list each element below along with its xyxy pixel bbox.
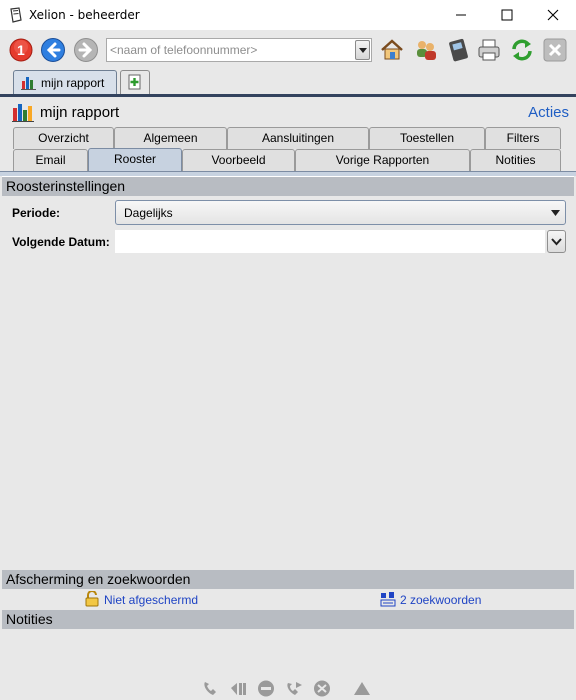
notification-badge-icon[interactable]: 1 — [8, 37, 34, 63]
protection-link[interactable]: Niet afgeschermd — [104, 593, 198, 607]
schedule-section-header: Roosterinstellingen — [2, 177, 574, 196]
tab-overzicht[interactable]: Overzicht — [13, 127, 114, 149]
period-value: Dagelijks — [124, 206, 173, 220]
search-input[interactable] — [107, 39, 355, 61]
status-bar — [0, 676, 576, 700]
date-picker-button[interactable] — [547, 230, 566, 253]
back-icon[interactable] — [40, 37, 66, 63]
notes-panel[interactable] — [2, 629, 574, 676]
lock-open-icon — [85, 590, 99, 610]
report-title: mijn rapport — [40, 104, 120, 121]
document-tab-label: mijn rapport — [41, 76, 105, 90]
close-document-icon — [542, 37, 568, 63]
refresh-icon[interactable] — [509, 37, 535, 63]
phone-device-icon[interactable] — [446, 37, 472, 63]
tab-content-divider — [0, 171, 576, 176]
forward-icon — [73, 37, 99, 63]
tab-voorbeeld[interactable]: Voorbeeld — [182, 149, 295, 171]
report-tabs: Overzicht Algemeen Aansluitingen Toestel… — [0, 127, 576, 171]
next-date-label: Volgende Datum: — [12, 235, 110, 249]
hold-icon — [229, 680, 247, 697]
keywords-link[interactable]: 2 zoekwoorden — [400, 593, 481, 607]
next-date-field[interactable] — [115, 230, 545, 253]
call-icon — [201, 680, 219, 697]
protection-section-header: Afscherming en zoekwoorden — [2, 570, 574, 589]
transfer-icon — [285, 680, 303, 697]
new-tab-button[interactable] — [120, 70, 150, 94]
tab-algemeen[interactable]: Algemeen — [114, 127, 227, 149]
report-header: mijn rapport Acties — [0, 97, 576, 127]
alert-icon — [353, 680, 371, 697]
tab-vorige-rapporten[interactable]: Vorige Rapporten — [295, 149, 470, 171]
tab-filters[interactable]: Filters — [485, 127, 561, 149]
document-tabs: mijn rapport — [0, 68, 576, 94]
period-label: Periode: — [12, 206, 61, 220]
conference-icon — [313, 680, 331, 697]
hangup-icon — [257, 680, 275, 697]
badge-number: 1 — [17, 42, 25, 58]
printer-icon[interactable] — [476, 37, 502, 63]
search-field[interactable] — [106, 38, 372, 62]
keywords-icon — [380, 591, 396, 610]
toolbar: 1 — [0, 30, 576, 68]
tab-toestellen[interactable]: Toestellen — [369, 127, 485, 149]
report-chart-icon — [21, 76, 36, 93]
document-tab-active[interactable]: mijn rapport — [13, 70, 117, 94]
title-bar: Xelion - beheerder — [0, 0, 576, 30]
search-dropdown-button[interactable] — [355, 40, 370, 60]
tab-notities[interactable]: Notities — [470, 149, 561, 171]
report-icon — [12, 102, 34, 125]
home-icon[interactable] — [379, 37, 405, 63]
window-title: Xelion - beheerder — [29, 8, 140, 22]
notes-section-header: Notities — [2, 610, 574, 629]
app-icon — [8, 7, 24, 23]
maximize-button[interactable] — [484, 0, 530, 30]
minimize-button[interactable] — [438, 0, 484, 30]
chevron-down-icon — [548, 203, 563, 222]
tab-email[interactable]: Email — [13, 149, 88, 171]
tab-rooster[interactable]: Rooster — [88, 148, 182, 171]
actions-link[interactable]: Acties — [528, 104, 569, 121]
new-tab-icon — [127, 74, 143, 93]
tab-aansluitingen[interactable]: Aansluitingen — [227, 127, 369, 149]
contacts-icon[interactable] — [413, 37, 439, 63]
close-window-button[interactable] — [530, 0, 576, 30]
period-select[interactable]: Dagelijks — [115, 200, 566, 225]
